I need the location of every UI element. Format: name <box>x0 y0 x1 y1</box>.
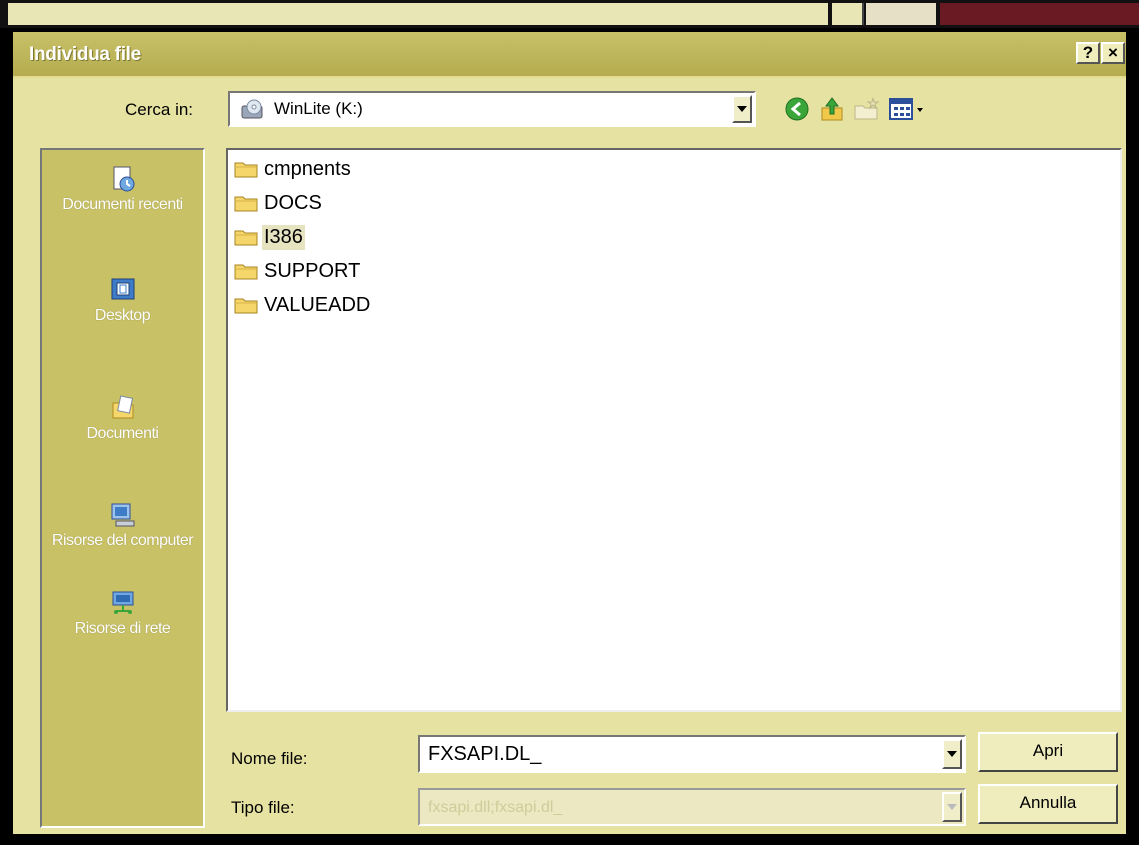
place-network[interactable]: Risorse di rete <box>42 588 203 640</box>
background-window-strip <box>0 0 1139 28</box>
folder-icon <box>234 298 258 314</box>
background-window-segment <box>832 3 864 25</box>
close-button[interactable]: × <box>1101 42 1125 64</box>
folder-icon <box>234 196 258 212</box>
file-list-item[interactable]: VALUEADD <box>234 290 372 320</box>
file-name-input[interactable]: FXSAPI.DL_ <box>418 735 966 773</box>
views-menu-icon[interactable] <box>886 94 932 124</box>
file-list-item-selected[interactable]: I386 <box>234 222 305 252</box>
cd-drive-icon <box>241 99 263 119</box>
chevron-down-icon <box>737 106 747 112</box>
file-name-value: FXSAPI.DL_ <box>428 743 542 765</box>
place-desktop[interactable]: Desktop <box>42 275 203 327</box>
network-icon <box>112 591 133 614</box>
file-list-item[interactable]: DOCS <box>234 188 324 218</box>
place-recent-documents[interactable]: Documenti recenti <box>42 164 203 216</box>
desktop-icon <box>111 278 134 300</box>
file-name: VALUEADD <box>264 293 371 316</box>
chevron-down-icon <box>947 751 957 757</box>
file-name: cmpnents <box>264 157 351 180</box>
place-my-computer[interactable]: Risorse del computer <box>42 500 203 552</box>
place-documents[interactable]: Documenti <box>42 393 203 445</box>
back-icon[interactable] <box>781 94 813 124</box>
file-name: I386 <box>262 224 305 250</box>
background-window-segment <box>866 3 936 25</box>
look-in-combo[interactable]: WinLite (K:) <box>228 91 756 127</box>
my-computer-icon <box>111 503 134 527</box>
background-window-segment <box>940 3 1139 25</box>
look-in-value: WinLite (K:) <box>274 99 363 118</box>
file-name-label: Nome file: <box>231 749 308 768</box>
title-bar[interactable]: Individua file ? × <box>13 32 1126 78</box>
place-label: Risorse del computer <box>51 532 194 549</box>
open-button[interactable]: Apri <box>978 732 1118 772</box>
place-label: Documenti recenti <box>62 196 183 213</box>
place-label: Desktop <box>94 307 151 324</box>
places-bar: Documenti recenti Desktop Documenti Riso… <box>40 148 205 828</box>
file-name-dropdown-button[interactable] <box>942 739 962 769</box>
place-label: Risorse di rete <box>74 620 171 637</box>
file-list-item[interactable]: SUPPORT <box>234 256 362 286</box>
recent-documents-icon <box>113 166 134 192</box>
file-type-label: Tipo file: <box>231 798 295 817</box>
help-button[interactable]: ? <box>1076 42 1100 64</box>
new-folder-icon[interactable] <box>851 94 883 124</box>
look-in-dropdown-button[interactable] <box>732 95 752 123</box>
folder-icon <box>234 162 258 178</box>
file-type-value: fxsapi.dll;fxsapi.dl_ <box>428 799 563 816</box>
file-type-dropdown-button[interactable] <box>942 792 962 822</box>
folder-icon <box>234 264 258 280</box>
file-name: SUPPORT <box>264 259 361 282</box>
open-file-dialog: Individua file ? × Cerca in: WinLite (K:… <box>10 29 1129 837</box>
up-folder-icon[interactable] <box>816 94 848 124</box>
file-name: DOCS <box>264 191 322 214</box>
place-label: Documenti <box>86 425 159 442</box>
folder-icon <box>234 230 258 246</box>
look-in-label: Cerca in: <box>125 100 194 119</box>
chevron-down-icon <box>947 804 957 810</box>
documents-icon <box>112 395 133 419</box>
file-list[interactable]: cmpnents DOCS I386 SUPPORT VALUEADD <box>226 148 1122 712</box>
file-list-item[interactable]: cmpnents <box>234 154 353 184</box>
background-window-segment <box>8 3 828 25</box>
file-type-select[interactable]: fxsapi.dll;fxsapi.dl_ <box>418 788 966 826</box>
cancel-button[interactable]: Annulla <box>978 784 1118 824</box>
dialog-title: Individua file <box>29 44 141 65</box>
